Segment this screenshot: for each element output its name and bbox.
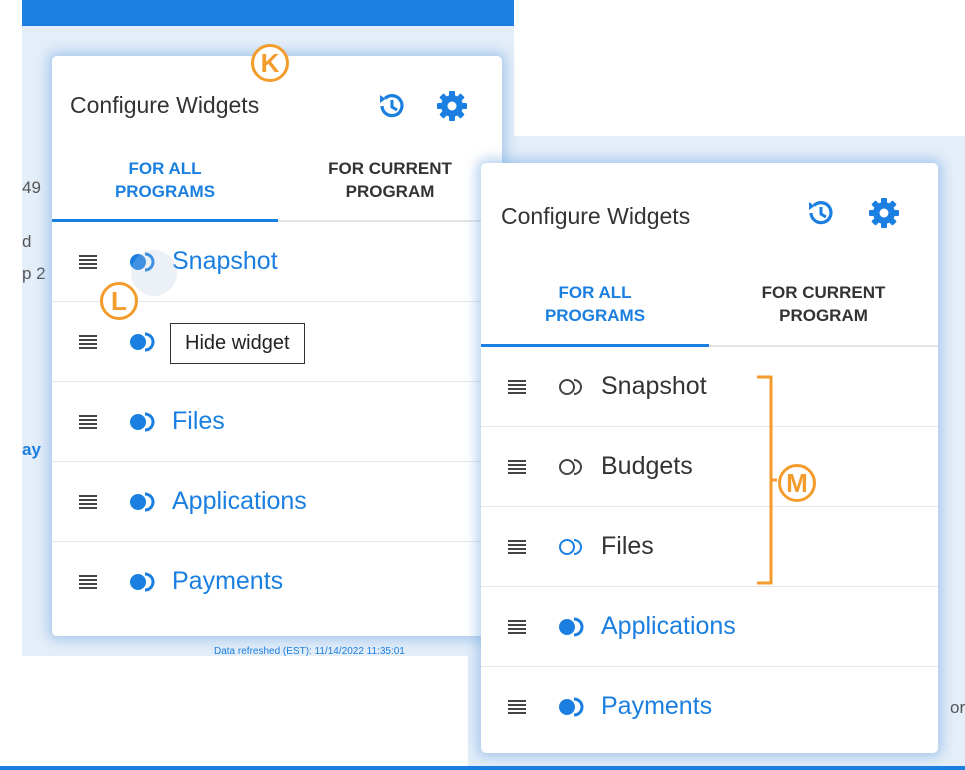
tab-label: FOR CURRENT PROGRAM (761, 283, 886, 325)
drag-handle-icon[interactable] (79, 414, 97, 429)
reset-icon[interactable] (374, 88, 410, 124)
hide-widget-tooltip: Hide widget (170, 323, 305, 364)
widget-label[interactable]: Files (601, 532, 654, 561)
toggle-on-icon[interactable] (557, 697, 589, 717)
drag-handle-icon[interactable] (508, 539, 526, 554)
widget-label[interactable]: Payments (172, 567, 283, 596)
widget-row-payments: Payments (481, 667, 938, 746)
widget-label[interactable]: Files (172, 407, 225, 436)
widget-label[interactable]: Applications (172, 487, 307, 516)
drag-handle-icon[interactable] (79, 494, 97, 509)
callout-m: M (778, 464, 816, 502)
toggle-on-icon[interactable] (128, 412, 160, 432)
bracket-annotation (757, 375, 777, 585)
widget-label[interactable]: Snapshot (172, 247, 278, 276)
bg-text: ay (22, 440, 41, 459)
widget-row-payments: Payments (52, 542, 502, 621)
data-refreshed-text: Data refreshed (EST): 11/14/2022 11:35:0… (214, 646, 405, 657)
gear-icon[interactable] (866, 195, 902, 231)
drag-handle-icon[interactable] (508, 459, 526, 474)
drag-handle-icon[interactable] (508, 619, 526, 634)
callout-l: L (100, 282, 138, 320)
tab-label: FOR ALL PROGRAMS (114, 159, 216, 201)
callout-k: K (251, 44, 289, 82)
tab-label: FOR CURRENT PROGRAM (328, 159, 452, 201)
widget-row-applications: Applications (52, 462, 502, 542)
toggle-off-icon[interactable] (557, 377, 589, 397)
toggle-on-icon[interactable] (557, 617, 589, 637)
bottom-border (0, 766, 965, 770)
tab-bar: FOR ALL PROGRAMS FOR CURRENT PROGRAM (52, 140, 502, 222)
top-app-bar (22, 0, 514, 26)
tab-for-current-program[interactable]: FOR CURRENT PROGRAM (278, 140, 502, 220)
drag-handle-icon[interactable] (508, 379, 526, 394)
toggle-on-icon[interactable] (128, 332, 160, 352)
tab-bar: FOR ALL PROGRAMS FOR CURRENT PROGRAM (481, 263, 938, 347)
toggle-off-icon[interactable] (557, 537, 589, 557)
bg-text: or (950, 698, 965, 717)
drag-handle-icon[interactable] (79, 334, 97, 349)
configure-widgets-panel-right: Configure Widgets FOR ALL PROGRAMS FOR C… (481, 163, 938, 753)
widget-list: Snapshot Budgets Files Applications Paym… (481, 347, 938, 746)
widget-label[interactable]: Budgets (601, 452, 693, 481)
widget-label[interactable]: Snapshot (601, 372, 707, 401)
toggle-on-icon[interactable] (128, 572, 160, 592)
tab-label: FOR ALL PROGRAMS (544, 283, 646, 325)
configure-widgets-panel-left: Configure Widgets FOR ALL PROGRAMS FOR C… (52, 56, 502, 636)
gear-icon[interactable] (434, 88, 470, 124)
widget-label[interactable]: Applications (601, 612, 736, 641)
widget-row-files: Files (52, 382, 502, 462)
widget-row-budgets: Budgets (481, 427, 938, 507)
reset-icon[interactable] (803, 195, 839, 231)
widget-row-files: Files (481, 507, 938, 587)
bg-text: d (22, 232, 32, 251)
hover-ripple (131, 250, 177, 296)
drag-handle-icon[interactable] (79, 574, 97, 589)
widget-row-snapshot: Snapshot (481, 347, 938, 427)
drag-handle-icon[interactable] (508, 699, 526, 714)
bg-text: p 2 (22, 264, 46, 283)
drag-handle-icon[interactable] (79, 254, 97, 269)
tab-for-all-programs[interactable]: FOR ALL PROGRAMS (52, 140, 278, 222)
bg-text: 49 (22, 178, 41, 197)
widget-row-applications: Applications (481, 587, 938, 667)
panel-header: Configure Widgets (481, 163, 938, 263)
tab-for-all-programs[interactable]: FOR ALL PROGRAMS (481, 263, 709, 347)
panel-title: Configure Widgets (501, 203, 691, 229)
panel-title: Configure Widgets (70, 92, 260, 118)
widget-label[interactable]: Payments (601, 692, 712, 721)
tab-for-current-program[interactable]: FOR CURRENT PROGRAM (709, 263, 938, 345)
toggle-off-icon[interactable] (557, 457, 589, 477)
toggle-on-icon[interactable] (128, 492, 160, 512)
